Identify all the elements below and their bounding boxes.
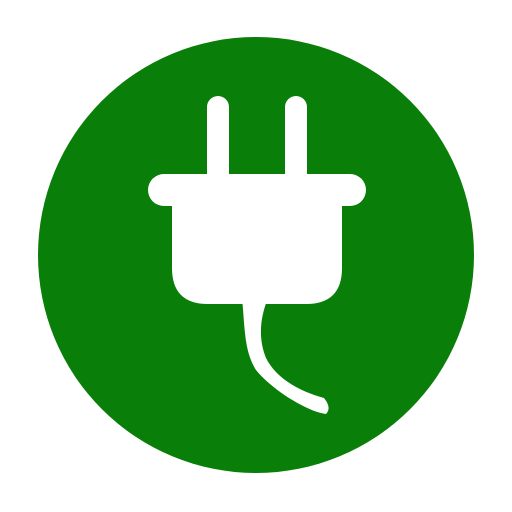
plug-prong-right [285, 96, 307, 184]
power-plug-icon [38, 37, 474, 473]
app-icon-canvas [0, 0, 512, 512]
plug-prong-left [207, 96, 229, 184]
plug-body [172, 196, 342, 304]
